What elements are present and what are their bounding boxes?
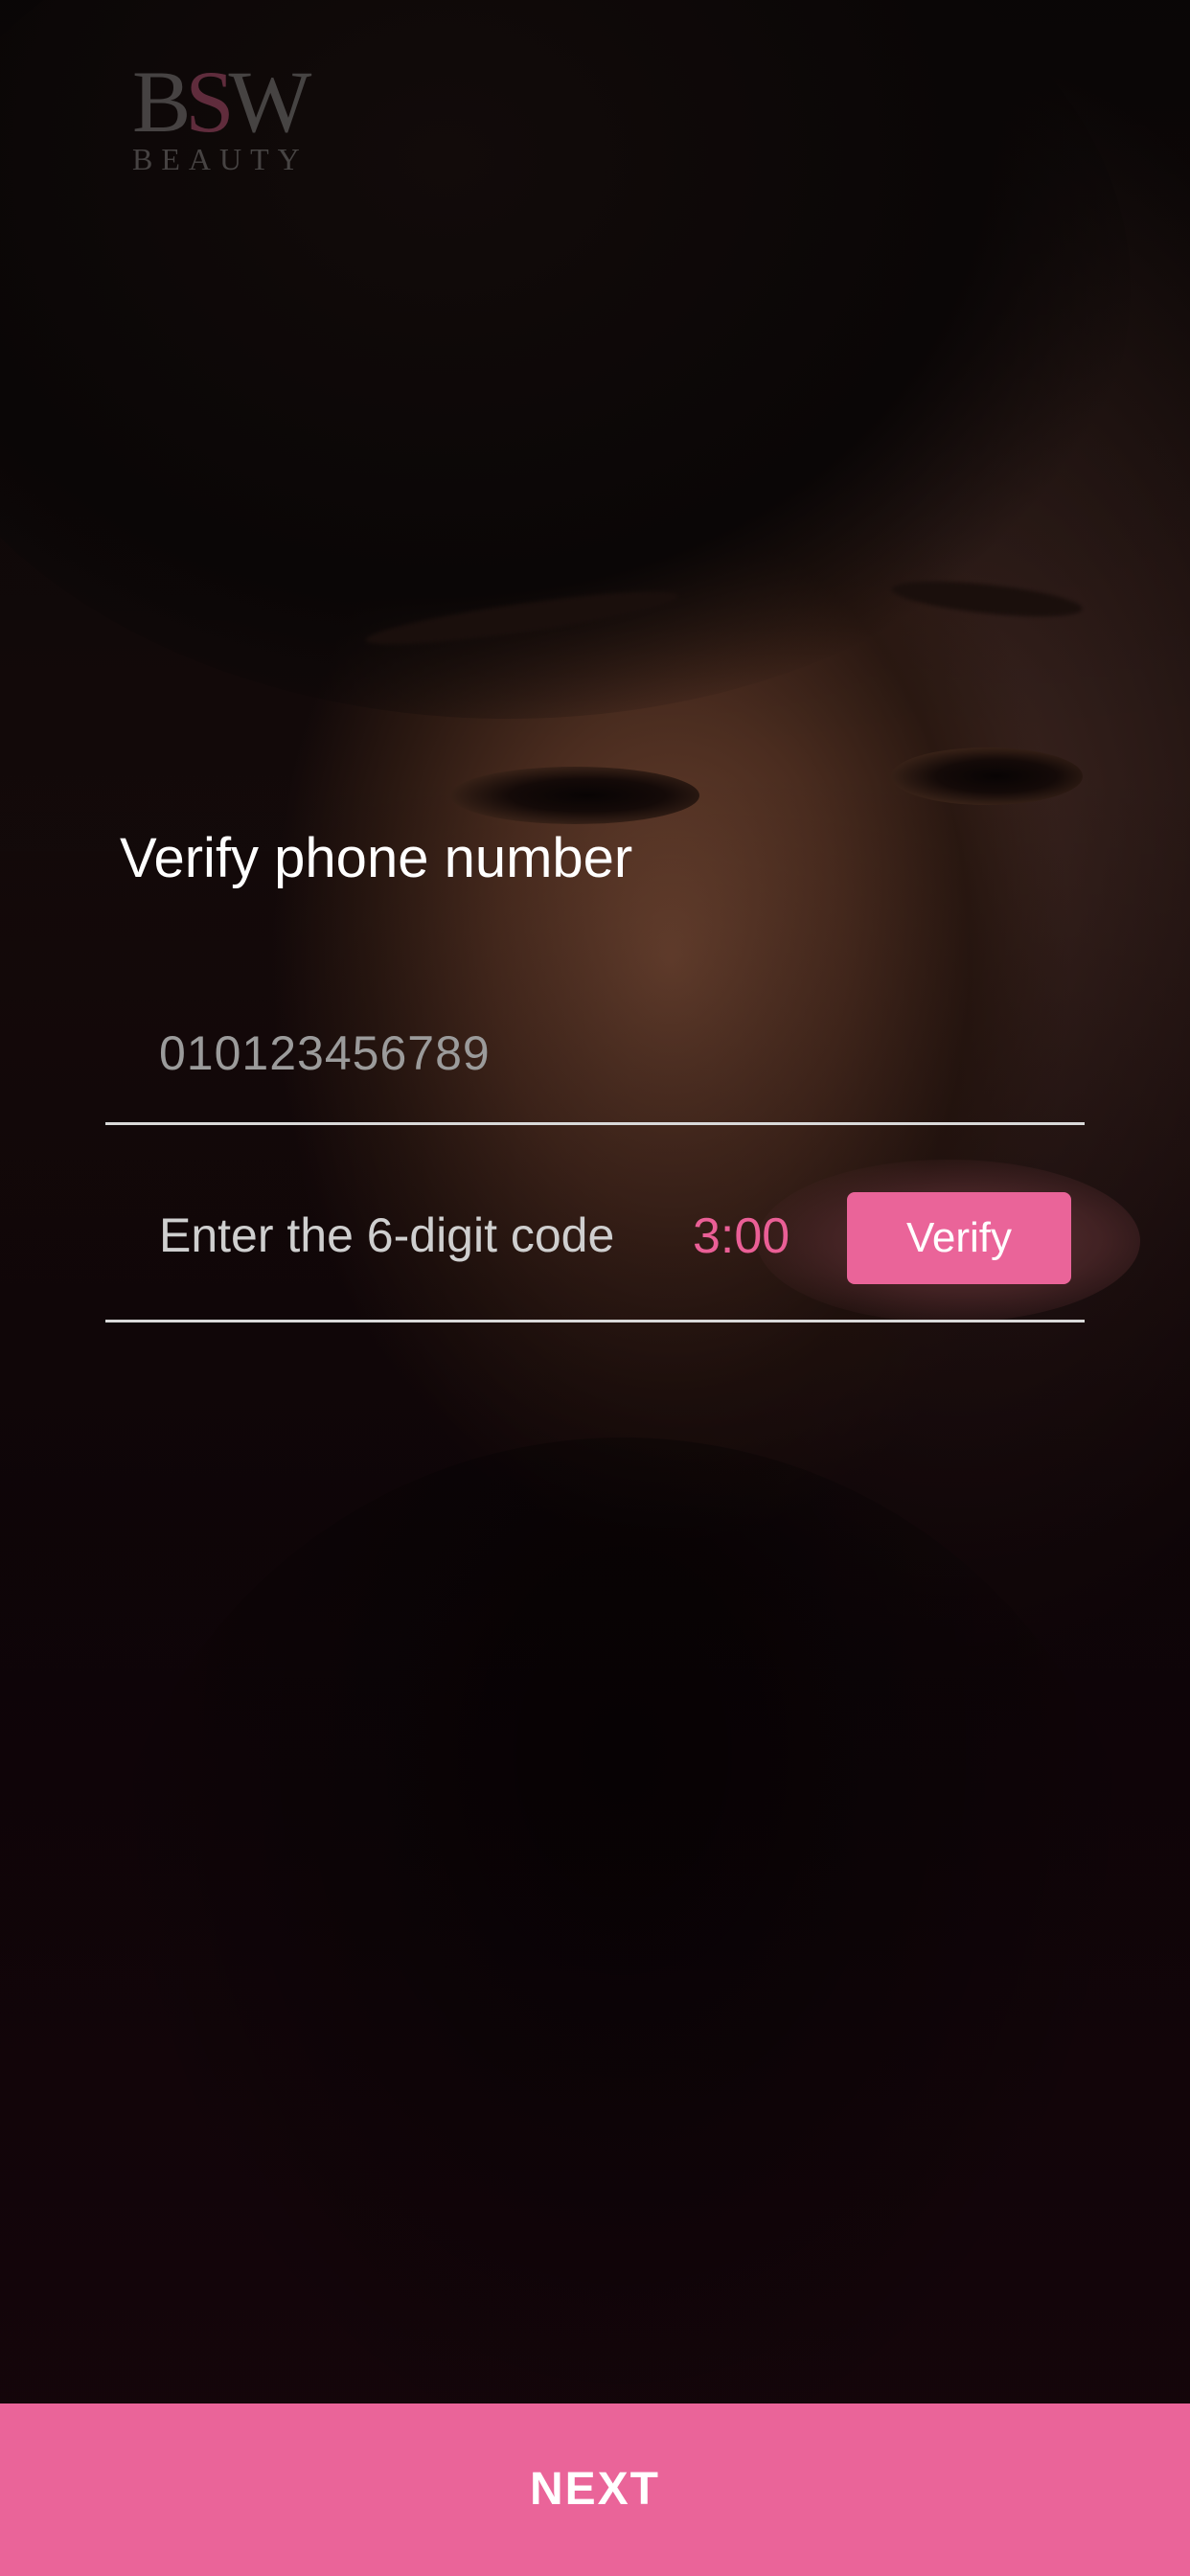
background-photo-eye (891, 748, 1083, 805)
countdown-timer: 3:00 (693, 1208, 790, 1264)
logo-letter: S (185, 53, 234, 150)
verification-code-input[interactable]: Enter the 6-digit code (159, 1208, 614, 1263)
page-title: Verify phone number (120, 827, 633, 889)
verify-button[interactable]: Verify (847, 1192, 1071, 1284)
logo-subtitle: BEAUTY (132, 142, 309, 176)
phone-verification-screen: BSW BEAUTY Verify phone number 010123456… (0, 0, 1190, 2576)
background-photo-brow (889, 574, 1085, 624)
phone-number-value: 010123456789 (159, 1026, 491, 1080)
verification-code-row: Enter the 6-digit code 3:00 Verify (105, 1169, 1085, 1322)
phone-number-input[interactable]: 010123456789 (105, 997, 1085, 1125)
bsw-beauty-logo: BSW BEAUTY (132, 58, 324, 176)
background-photo-shadow (96, 1438, 1150, 2492)
logo-letter: B (132, 53, 191, 150)
logo-letter: W (228, 53, 312, 150)
background-photo-eye (450, 767, 699, 824)
logo-mark: BSW (132, 58, 324, 146)
next-button[interactable]: NEXT (0, 2404, 1190, 2576)
